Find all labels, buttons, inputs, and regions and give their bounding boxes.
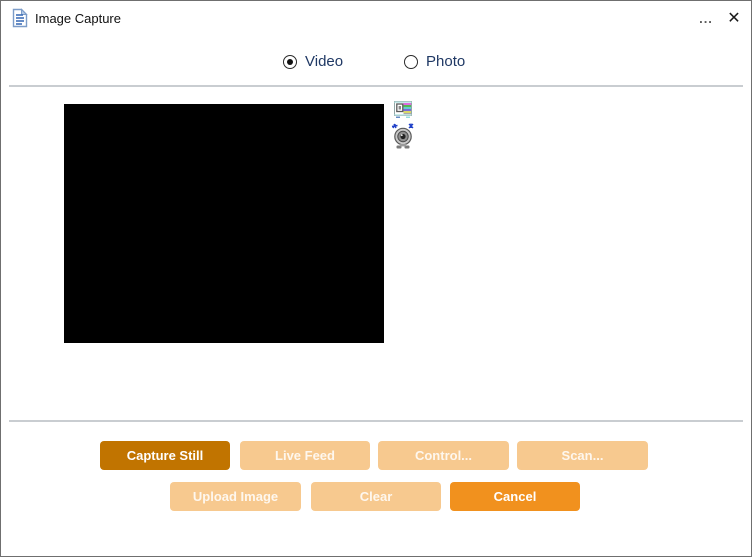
radio-video[interactable]: Video — [283, 53, 343, 70]
radio-video-circle — [283, 54, 297, 69]
window-title: Image Capture — [35, 11, 121, 26]
radio-video-label: Video — [305, 53, 344, 70]
radio-photo[interactable]: Photo — [404, 53, 465, 70]
window-more-button[interactable]: ... — [695, 7, 717, 29]
clear-button[interactable]: Clear — [311, 482, 441, 511]
scan-button[interactable]: Scan... — [517, 441, 648, 470]
webcam-select-icon[interactable] — [391, 122, 415, 150]
control-button[interactable]: Control... — [378, 441, 509, 470]
separator-top — [9, 85, 743, 87]
close-icon[interactable]: ✕ — [721, 5, 747, 31]
document-icon — [11, 8, 29, 28]
capture-still-button[interactable]: Capture Still — [100, 441, 230, 470]
radio-photo-circle — [404, 54, 418, 69]
image-capture-dialog: Image Capture ... ✕ Video Photo Capture … — [0, 0, 752, 557]
radio-photo-label: Photo — [426, 53, 466, 70]
upload-image-button[interactable]: Upload Image — [170, 482, 301, 511]
separator-bottom — [9, 420, 743, 422]
cancel-button[interactable]: Cancel — [450, 482, 580, 511]
live-feed-button[interactable]: Live Feed — [240, 441, 370, 470]
display-properties-icon[interactable] — [394, 101, 412, 118]
video-preview — [64, 104, 384, 343]
